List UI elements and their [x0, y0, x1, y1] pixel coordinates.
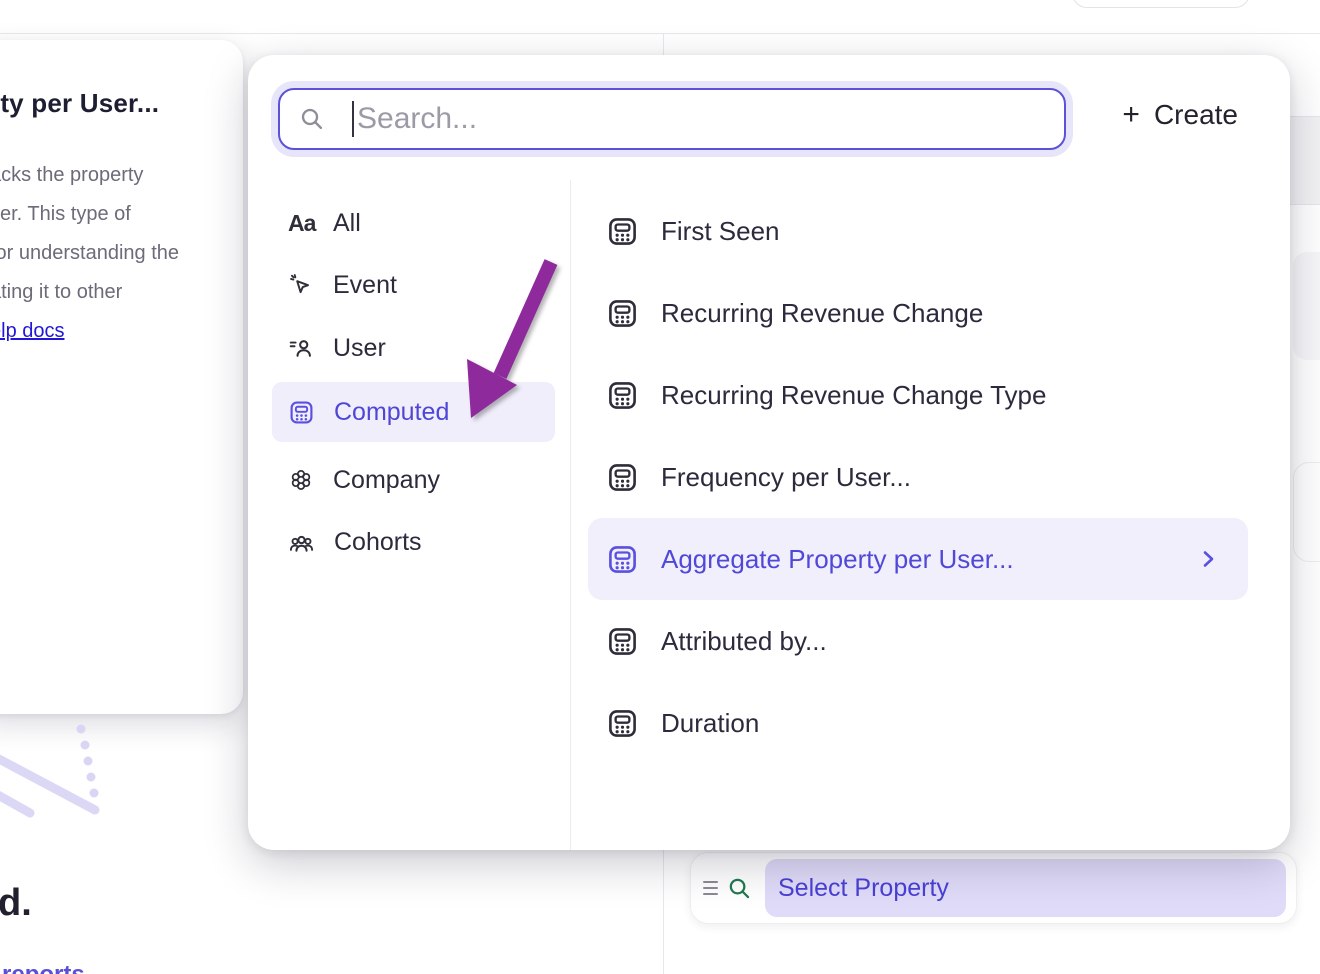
- property-first-seen[interactable]: First Seen: [588, 190, 1248, 272]
- property-aggregate-property-per-user[interactable]: Aggregate Property per User...: [588, 518, 1248, 600]
- click-cursor-icon: [288, 272, 314, 298]
- clipped-link-fragment[interactable]: reports: [2, 961, 232, 974]
- text-format-icon: Aa: [288, 210, 314, 237]
- category-cohorts[interactable]: Cohorts: [272, 514, 555, 570]
- property-frequency-per-user[interactable]: Frequency per User...: [588, 436, 1248, 518]
- company-cluster-icon: [288, 467, 314, 493]
- property-duration[interactable]: Duration: [588, 682, 1248, 764]
- select-property-bar: Select Property: [690, 852, 1297, 924]
- calculator-icon: [606, 543, 639, 576]
- calculator-icon: [606, 707, 639, 740]
- property-picker-modal: + Create Aa All Event User Computed Comp…: [248, 55, 1290, 850]
- modal-column-divider: [570, 180, 571, 850]
- calculator-icon: [606, 297, 639, 330]
- drag-handle-icon[interactable]: [703, 881, 718, 895]
- category-company[interactable]: Company: [272, 452, 555, 508]
- background-button-partial: [1072, 0, 1250, 8]
- property-description-tooltip: rty per User... acks the property ser. T…: [0, 40, 243, 714]
- property-recurring-revenue-change[interactable]: Recurring Revenue Change: [588, 272, 1248, 354]
- calculator-icon: [606, 625, 639, 658]
- tooltip-body: acks the property ser. This type of for …: [0, 156, 229, 351]
- property-list: First Seen Recurring Revenue Change Recu…: [588, 190, 1248, 764]
- cohorts-people-icon: [288, 529, 315, 556]
- category-computed[interactable]: Computed: [272, 382, 555, 442]
- category-user[interactable]: User: [272, 320, 555, 376]
- user-profile-icon: [288, 335, 314, 361]
- help-docs-link[interactable]: elp docs: [0, 320, 65, 342]
- tooltip-line: for understanding the: [0, 234, 229, 273]
- category-event[interactable]: Event: [272, 257, 555, 313]
- tooltip-line: ser. This type of: [0, 195, 229, 234]
- property-attributed-by[interactable]: Attributed by...: [588, 600, 1248, 682]
- calculator-icon: [606, 461, 639, 494]
- select-property-button[interactable]: Select Property: [765, 859, 1286, 917]
- plus-icon: +: [1122, 100, 1140, 130]
- chevron-right-icon: [1196, 547, 1220, 571]
- background-card-edge: [1293, 252, 1320, 360]
- category-all[interactable]: Aa All: [272, 195, 555, 251]
- calculator-icon: [288, 399, 315, 426]
- category-sidebar: Aa All Event User Computed Company Cohor…: [272, 55, 555, 850]
- page-horizontal-divider: [0, 33, 1320, 34]
- tooltip-title: rty per User...: [0, 88, 229, 119]
- background-panel-edge: [1290, 116, 1320, 205]
- search-icon: [726, 875, 753, 902]
- property-recurring-revenue-change-type[interactable]: Recurring Revenue Change Type: [588, 354, 1248, 436]
- tooltip-line: ating it to other: [0, 273, 229, 312]
- tooltip-line: acks the property: [0, 156, 229, 195]
- create-button[interactable]: + Create: [1122, 99, 1238, 131]
- page-heading-fragment: d.: [0, 882, 32, 925]
- calculator-icon: [606, 379, 639, 412]
- background-card-edge: [1293, 462, 1320, 562]
- calculator-icon: [606, 215, 639, 248]
